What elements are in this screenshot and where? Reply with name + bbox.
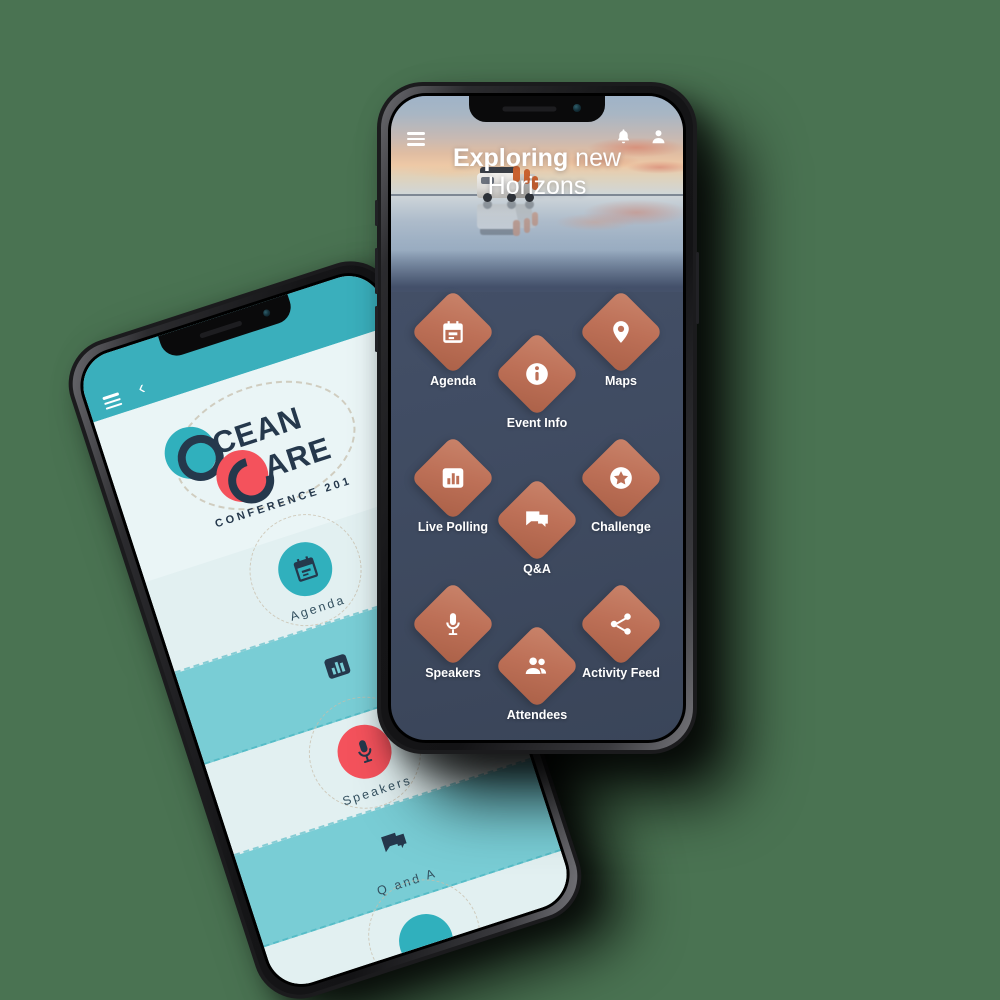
- front-phone-notch: [469, 96, 605, 122]
- power-button[interactable]: [696, 252, 699, 324]
- earpiece-grille: [502, 106, 557, 112]
- menu-tile-agenda[interactable]: Agenda: [407, 289, 499, 388]
- chat-icon: [524, 507, 550, 533]
- menu-tile-live-polling[interactable]: Live Polling: [407, 435, 499, 534]
- menu-grid: Agenda Event Info Maps Live Polling Q&A …: [391, 289, 683, 740]
- chat-icon: [360, 809, 428, 877]
- menu-tile-maps[interactable]: Maps: [575, 289, 667, 388]
- hero-title-light-2: Horizons: [487, 172, 587, 200]
- tile-label: Activity Feed: [582, 666, 660, 680]
- menu-row-3: Speakers Attendees Activity Feed: [407, 581, 667, 740]
- hamburger-menu-icon[interactable]: [407, 132, 425, 146]
- bar-chart-icon: [303, 633, 371, 701]
- tile-label: Challenge: [591, 520, 651, 534]
- tile-label: Attendees: [506, 708, 568, 722]
- map-pin-icon: [608, 319, 634, 345]
- hamburger-menu-icon[interactable]: [102, 392, 123, 410]
- top-app-bar: [391, 122, 683, 156]
- chevron-left-icon[interactable]: ‹: [135, 377, 148, 399]
- tile-label: Agenda: [430, 374, 476, 388]
- star-badge-icon: [608, 465, 634, 491]
- volume-down-button[interactable]: [375, 306, 378, 352]
- menu-tile-attendees[interactable]: Attendees: [491, 623, 583, 722]
- tile-shape: [578, 581, 664, 667]
- earpiece-grille: [199, 319, 243, 339]
- tile-shape: [494, 331, 580, 417]
- hero-fade-overlay: [391, 250, 683, 292]
- front-camera: [573, 104, 581, 112]
- menu-row-1: Agenda Event Info Maps: [407, 289, 667, 448]
- mute-switch[interactable]: [375, 200, 378, 226]
- bell-icon[interactable]: [615, 128, 632, 150]
- microphone-icon: [440, 611, 466, 637]
- tile-label: Q&A: [523, 562, 551, 576]
- tile-label: Event Info: [506, 416, 568, 430]
- tile-label: Speakers: [425, 666, 481, 680]
- menu-row-2: Live Polling Q&A Challenge: [407, 435, 667, 594]
- van-reflection: [477, 200, 543, 238]
- menu-tile-speakers[interactable]: Speakers: [407, 581, 499, 680]
- info-icon: [524, 361, 550, 387]
- tile-shape: [578, 435, 664, 521]
- event-app: Exploring new Horizons Agenda Event Info…: [391, 96, 683, 740]
- share-icon: [608, 611, 634, 637]
- front-phone-bezel: Exploring new Horizons Agenda Event Info…: [381, 86, 693, 750]
- top-bar-actions: [615, 128, 667, 150]
- tile-label: Live Polling: [417, 520, 489, 534]
- tile-shape: [410, 289, 496, 375]
- tile-shape: [410, 435, 496, 521]
- hero-banner: Exploring new Horizons: [391, 96, 683, 292]
- bar-chart-icon: [440, 465, 466, 491]
- calendar-icon: [440, 319, 466, 345]
- front-phone-screen: Exploring new Horizons Agenda Event Info…: [391, 96, 683, 740]
- composition-stage: ‹ CEAN ARE CONFERENCE 201 Agenda Speaker…: [0, 0, 1000, 1000]
- menu-tile-challenge[interactable]: Challenge: [575, 435, 667, 534]
- person-icon[interactable]: [650, 128, 667, 150]
- tile-shape: [578, 289, 664, 375]
- tile-shape: [494, 623, 580, 709]
- menu-tile-qa[interactable]: Q&A: [491, 477, 583, 576]
- tile-shape: [494, 477, 580, 563]
- tile-shape: [410, 581, 496, 667]
- menu-tile-activity-feed[interactable]: Activity Feed: [575, 581, 667, 680]
- front-phone-device: Exploring new Horizons Agenda Event Info…: [375, 82, 699, 754]
- front-phone-inner-frame: Exploring new Horizons Agenda Event Info…: [388, 93, 686, 743]
- front-camera: [262, 308, 272, 318]
- volume-up-button[interactable]: [375, 248, 378, 294]
- menu-tile-event-info[interactable]: Event Info: [491, 331, 583, 430]
- tile-label: Maps: [605, 374, 637, 388]
- people-icon: [524, 653, 550, 679]
